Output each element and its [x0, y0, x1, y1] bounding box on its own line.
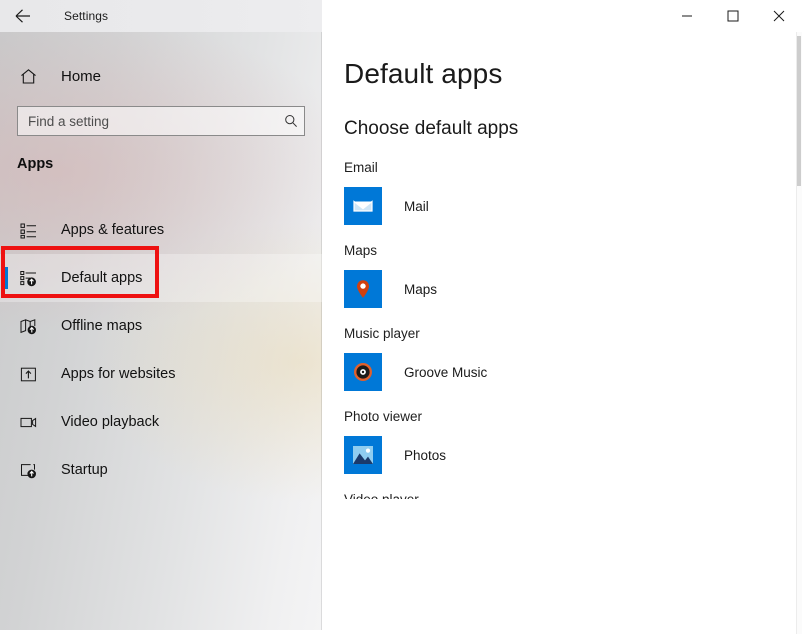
- sidebar-item-apps-for-websites[interactable]: Apps for websites: [0, 350, 322, 398]
- category-label-video-player-clipped: Video player: [344, 492, 802, 499]
- selected-accent-bar: [5, 267, 8, 289]
- offline-maps-icon: [17, 318, 39, 335]
- sidebar-nav-list: Apps & features Default apps Offline map…: [0, 206, 322, 494]
- startup-icon: [17, 462, 39, 479]
- photos-mountain-icon: [344, 436, 382, 474]
- category-label-photo-viewer: Photo viewer: [344, 409, 423, 424]
- window-title: Settings: [64, 9, 109, 23]
- title-bar: Settings: [0, 0, 802, 32]
- minimize-icon[interactable]: [664, 0, 710, 32]
- default-apps-icon: [17, 270, 39, 287]
- section-heading: Choose default apps: [344, 118, 519, 139]
- apps-for-websites-icon: [17, 366, 39, 383]
- window-controls: [322, 0, 802, 32]
- app-name-groove-music: Groove Music: [404, 364, 488, 380]
- default-app-button-maps[interactable]: Maps: [344, 269, 802, 309]
- search-placeholder: Find a setting: [28, 113, 110, 129]
- category-label-maps: Maps: [344, 243, 378, 258]
- app-name-maps: Maps: [404, 281, 438, 297]
- back-arrow-icon[interactable]: [0, 0, 44, 32]
- sidebar-item-apps-features-label: Apps & features: [61, 222, 165, 238]
- category-label-music-player: Music player: [344, 326, 420, 341]
- sidebar-item-startup-label: Startup: [61, 462, 108, 478]
- groove-music-disc-icon: [344, 353, 382, 391]
- default-app-button-photos[interactable]: Photos: [344, 435, 802, 475]
- close-icon[interactable]: [756, 0, 802, 32]
- search-input[interactable]: Find a setting: [17, 106, 305, 136]
- map-pin-icon: [344, 270, 382, 308]
- sidebar-item-default-apps-label: Default apps: [61, 270, 143, 286]
- home-icon: [17, 68, 39, 85]
- settings-window: Settings Home Find a setting Apps Apps &…: [0, 0, 802, 634]
- sidebar-item-offline-maps-label: Offline maps: [61, 318, 143, 334]
- sidebar-item-home[interactable]: Home: [0, 58, 322, 94]
- list-features-icon: [17, 222, 39, 239]
- category-label-email: Email: [344, 160, 378, 175]
- search-icon[interactable]: [278, 114, 304, 128]
- app-name-photos: Photos: [404, 447, 447, 463]
- default-app-section-photo-viewer: Photo viewer Photos: [322, 409, 802, 475]
- video-playback-icon: [17, 414, 39, 431]
- default-app-section-email: Email Mail: [322, 160, 802, 226]
- sidebar-section-title: Apps: [17, 156, 54, 172]
- sidebar-item-home-label: Home: [61, 67, 102, 85]
- app-name-mail: Mail: [404, 198, 429, 214]
- default-app-section-music-player: Music player Groove Music: [322, 326, 802, 392]
- maximize-icon[interactable]: [710, 0, 756, 32]
- sidebar-item-video-playback[interactable]: Video playback: [0, 398, 322, 446]
- sidebar-item-apps-for-websites-label: Apps for websites: [61, 366, 176, 382]
- main-content: Default apps Choose default apps Email M…: [322, 32, 802, 634]
- sidebar-item-video-playback-label: Video playback: [61, 414, 160, 430]
- default-app-section-maps: Maps Maps: [322, 243, 802, 309]
- default-apps-list: Email Mail Maps Maps Music player Groove…: [322, 160, 802, 499]
- default-app-button-groove-music[interactable]: Groove Music: [344, 352, 802, 392]
- sidebar-item-apps-features[interactable]: Apps & features: [0, 206, 322, 254]
- mail-envelope-icon: [344, 187, 382, 225]
- sidebar-item-startup[interactable]: Startup: [0, 446, 322, 494]
- vertical-scrollbar-thumb[interactable]: [797, 36, 801, 186]
- title-bar-left: Settings: [0, 0, 322, 32]
- sidebar-item-default-apps[interactable]: Default apps: [0, 254, 322, 302]
- sidebar: Home Find a setting Apps Apps & features…: [0, 32, 322, 630]
- default-app-button-email[interactable]: Mail: [344, 186, 802, 226]
- sidebar-item-offline-maps[interactable]: Offline maps: [0, 302, 322, 350]
- page-title: Default apps: [344, 58, 503, 89]
